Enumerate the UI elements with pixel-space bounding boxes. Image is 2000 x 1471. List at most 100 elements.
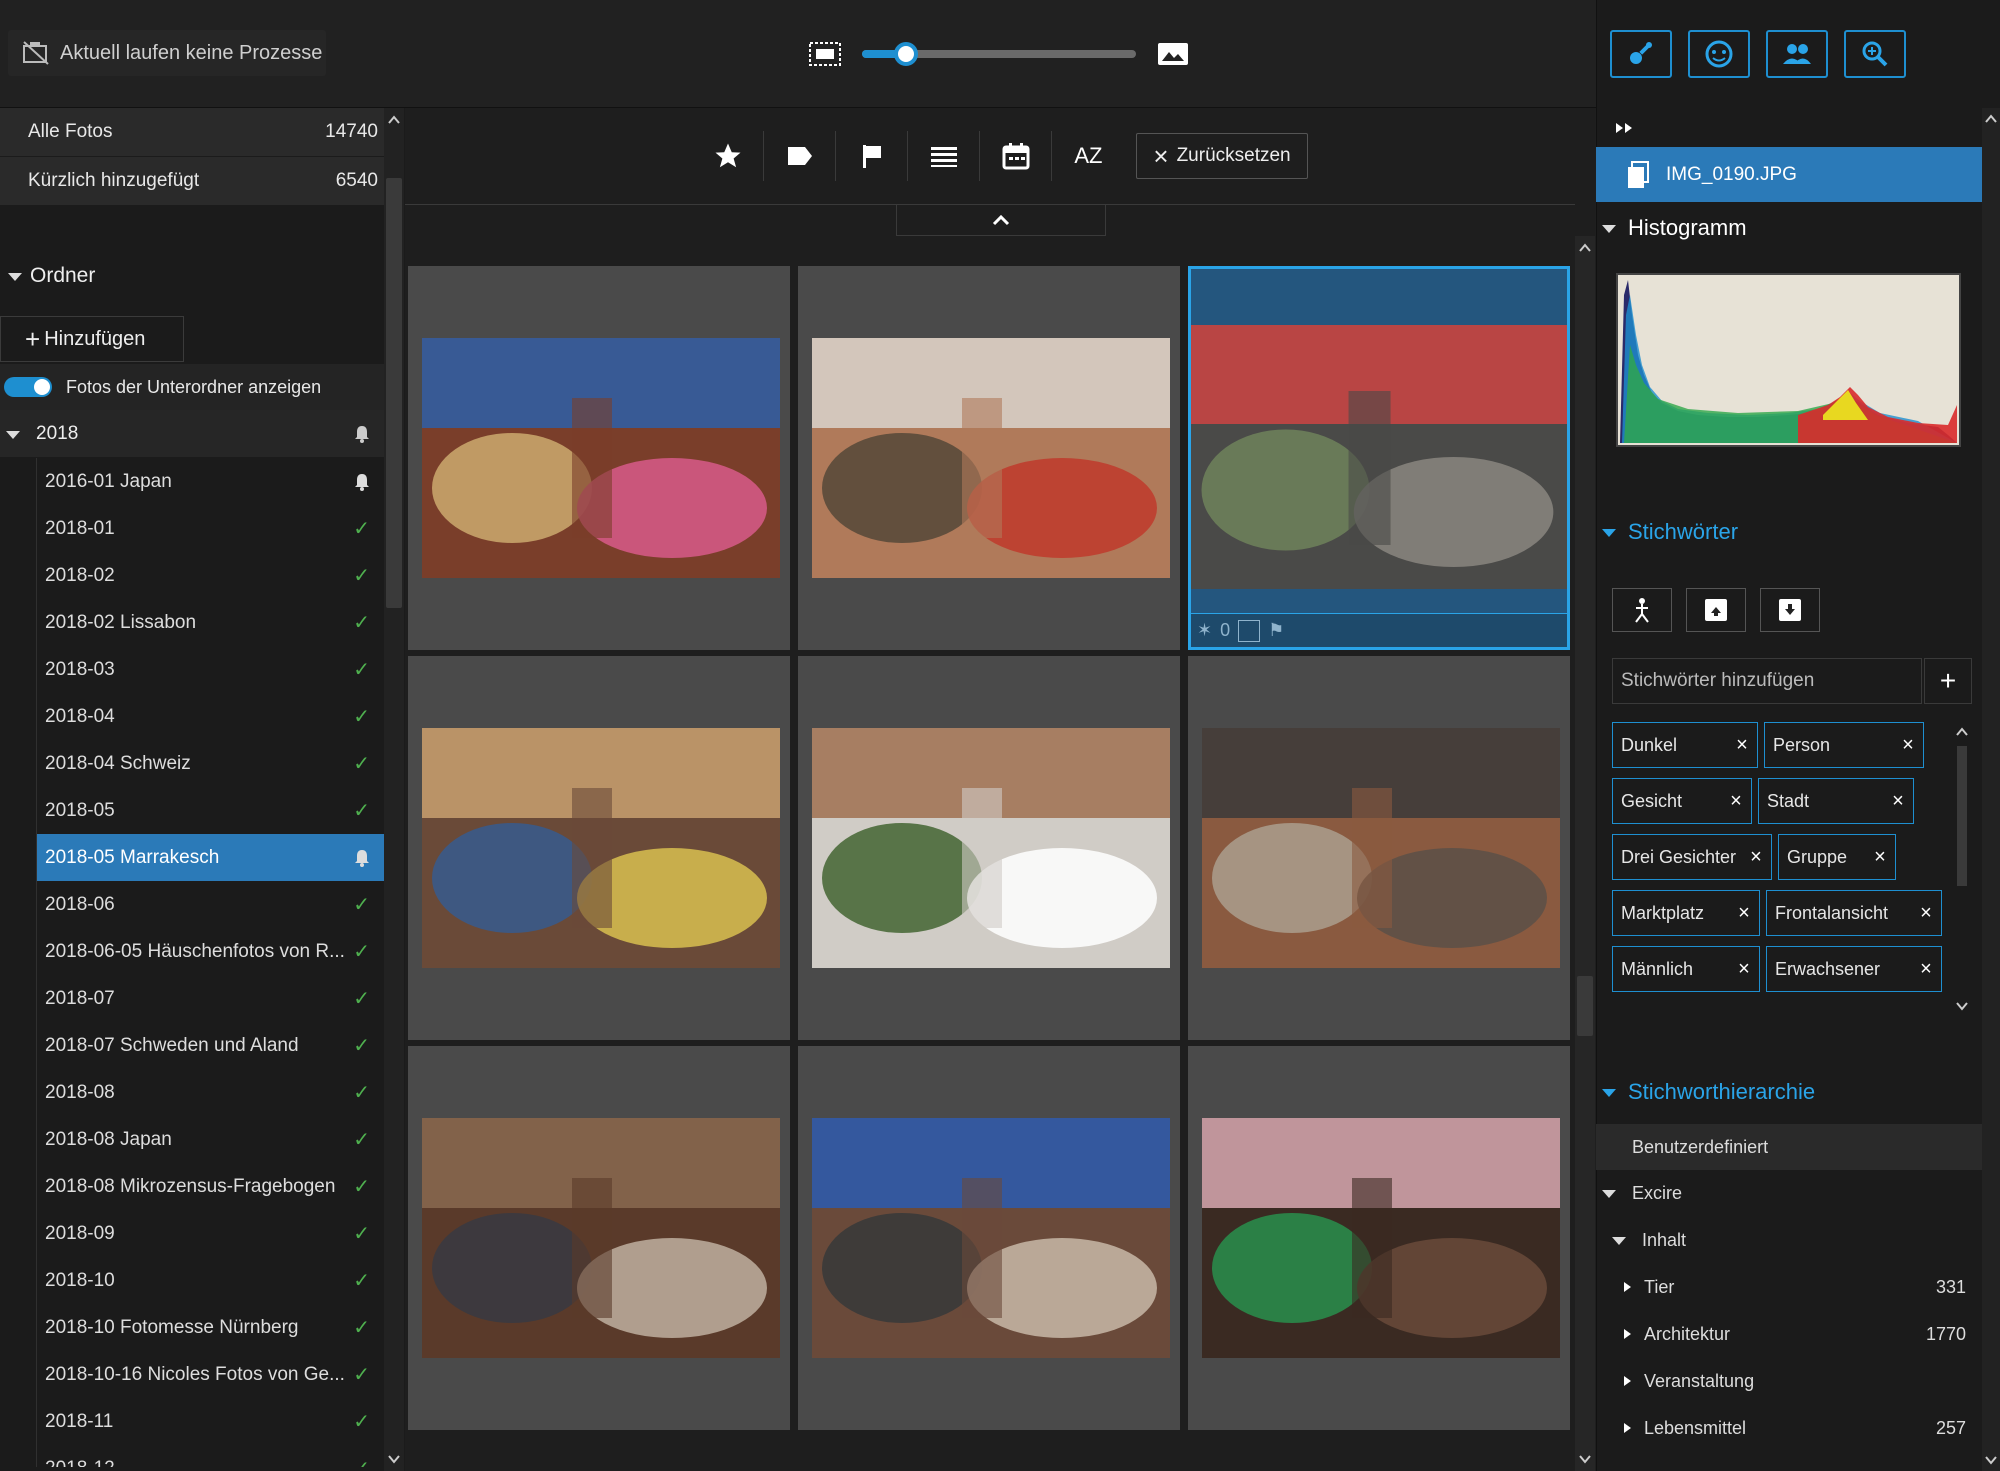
folder-item[interactable]: 2018-10-16 Nicoles Fotos von Ge... ✓ [36,1351,384,1398]
search-tool-button[interactable] [1844,30,1906,78]
hierarchy-header[interactable]: Stichworthierarchie [1600,1072,1815,1112]
date-filter-button[interactable] [980,131,1053,181]
face-tool-button[interactable] [1688,30,1750,78]
hierarchy-item[interactable]: Veranstaltung [1620,1358,1966,1404]
folder-item[interactable]: 2018-06-05 Häuschenfotos von R... ✓ [36,928,384,975]
label-box-icon[interactable] [1238,619,1261,642]
folder-item[interactable]: 2018-02 ✓ [36,552,384,599]
photo-cell[interactable] [408,656,790,1040]
folder-item[interactable]: 2018-09 ✓ [36,1210,384,1257]
flag-filter-button[interactable] [836,131,909,181]
sort-button[interactable]: AZ [1052,131,1124,181]
scroll-down-icon[interactable] [384,1449,404,1469]
folder-item[interactable]: 2018-11 ✓ [36,1398,384,1445]
scroll-down-icon[interactable] [1954,998,1970,1014]
folder-item[interactable]: 2018-04 ✓ [36,693,384,740]
current-file-row[interactable]: IMG_0190.JPG [1596,147,1982,202]
zoom-slider[interactable] [862,42,1136,66]
folder-item[interactable]: 2018-10 Fotomesse Nürnberg ✓ [36,1304,384,1351]
folder-item[interactable]: 2018-07 Schweden und Aland ✓ [36,1022,384,1069]
remove-tag-icon[interactable]: × [1865,846,1895,869]
flag-icon[interactable]: ⚑ [1268,620,1284,641]
photo-cell[interactable] [798,266,1180,650]
tags-scrollbar[interactable] [1954,724,1970,1014]
keyword-tag[interactable]: Stadt × [1758,778,1914,824]
keyword-tag[interactable]: Männlich × [1612,946,1760,992]
rating-filter-button[interactable] [692,131,765,181]
recent-photos-row[interactable]: Kürzlich hinzugefügt 6540 [0,157,384,205]
keyword-tag[interactable]: Gruppe × [1778,834,1896,880]
hierarchy-custom-row[interactable]: Benutzerdefiniert [1596,1124,1982,1170]
grid-scroll-thumb[interactable] [1577,976,1593,1036]
photo-cell[interactable] [798,656,1180,1040]
list-filter-button[interactable] [908,131,981,181]
keywords-header[interactable]: Stichwörter [1600,512,1738,552]
keyword-tag[interactable]: Marktplatz × [1612,890,1760,936]
scroll-up-icon[interactable] [1575,238,1595,258]
folder-item[interactable]: 2018-12 ✓ [36,1445,384,1467]
folders-header[interactable]: Ordner [0,252,384,300]
all-photos-row[interactable]: Alle Fotos 14740 [0,108,384,156]
histogram-header[interactable]: Histogramm [1600,208,1747,248]
subfolder-toggle[interactable] [4,377,52,397]
keyword-tag[interactable]: Drei Gesichter × [1612,834,1772,880]
scroll-down-icon[interactable] [1575,1449,1595,1469]
folder-item[interactable]: 2016-01 Japan [36,458,384,505]
remove-tag-icon[interactable]: × [1883,790,1913,813]
keyword-tag[interactable]: Frontalansicht × [1766,890,1942,936]
folder-item[interactable]: 2018-10 ✓ [36,1257,384,1304]
folder-item[interactable]: 2018-02 Lissabon ✓ [36,599,384,646]
scroll-down-icon[interactable] [1982,1451,2000,1469]
photo-cell[interactable] [408,266,790,650]
scroll-up-icon[interactable] [1982,110,2000,128]
collapse-filter-button[interactable] [896,204,1106,236]
keyword-person-button[interactable] [1612,588,1672,632]
photo-cell[interactable] [1188,656,1570,1040]
folder-item[interactable]: 2018-07 ✓ [36,975,384,1022]
remove-tag-icon[interactable]: × [1729,902,1759,925]
hierarchy-item[interactable]: Lebensmittel 257 [1620,1405,1966,1451]
left-scroll-thumb[interactable] [386,178,402,608]
folder-item[interactable]: 2018-05 ✓ [36,787,384,834]
hierarchy-item[interactable]: Tier 331 [1620,1264,1966,1310]
scroll-up-icon[interactable] [1954,724,1970,740]
photo-cell[interactable] [1188,1046,1570,1430]
small-thumbnails-icon[interactable] [808,40,842,68]
expand-panel-icon[interactable] [1614,120,1636,136]
tags-scroll-thumb[interactable] [1957,746,1967,886]
remove-tag-icon[interactable]: × [1911,902,1941,925]
keyword-download-button[interactable] [1760,588,1820,632]
remove-tag-icon[interactable]: × [1721,790,1751,813]
photo-cell[interactable] [798,1046,1180,1430]
right-scrollbar[interactable] [1982,108,2000,1471]
folder-item[interactable]: 2018-01 ✓ [36,505,384,552]
keyword-upload-button[interactable] [1686,588,1746,632]
add-keyword-button[interactable]: + [1924,658,1972,704]
remove-tag-icon[interactable]: × [1911,958,1941,981]
zoom-slider-handle[interactable] [893,42,918,66]
large-thumbnails-icon[interactable] [1156,40,1190,68]
remove-tag-icon[interactable]: × [1893,734,1923,757]
grid-scrollbar[interactable] [1575,236,1595,1471]
folder-item[interactable]: 2018-08 ✓ [36,1069,384,1116]
year-row-2018[interactable]: 2018 [0,410,384,458]
keyword-input[interactable]: Stichwörter hinzufügen [1612,658,1922,704]
rating-star-icon[interactable]: ✶ [1197,620,1212,641]
remove-tag-icon[interactable]: × [1741,846,1771,869]
folder-item[interactable]: 2018-04 Schweiz ✓ [36,740,384,787]
photo-cell[interactable] [408,1046,790,1430]
keyword-tag[interactable]: Person × [1764,722,1924,768]
label-filter-button[interactable] [764,131,837,181]
people-tool-button[interactable] [1766,30,1828,78]
reset-filter-button[interactable]: × Zurücksetzen [1136,133,1308,179]
remove-tag-icon[interactable]: × [1729,958,1759,981]
folder-item[interactable]: 2018-08 Japan ✓ [36,1116,384,1163]
folder-item[interactable]: 2018-08 Mikrozensus-Fragebogen ✓ [36,1163,384,1210]
folder-item[interactable]: 2018-05 Marrakesch [36,834,384,881]
hierarchy-item[interactable]: Architektur 1770 [1620,1311,1966,1357]
add-folder-button[interactable]: + Hinzufügen [0,316,184,362]
left-scrollbar[interactable] [384,108,404,1471]
remove-tag-icon[interactable]: × [1727,734,1757,757]
folder-item[interactable]: 2018-06 ✓ [36,881,384,928]
photo-cell[interactable]: ✶ 0 ⚑ [1188,266,1570,650]
